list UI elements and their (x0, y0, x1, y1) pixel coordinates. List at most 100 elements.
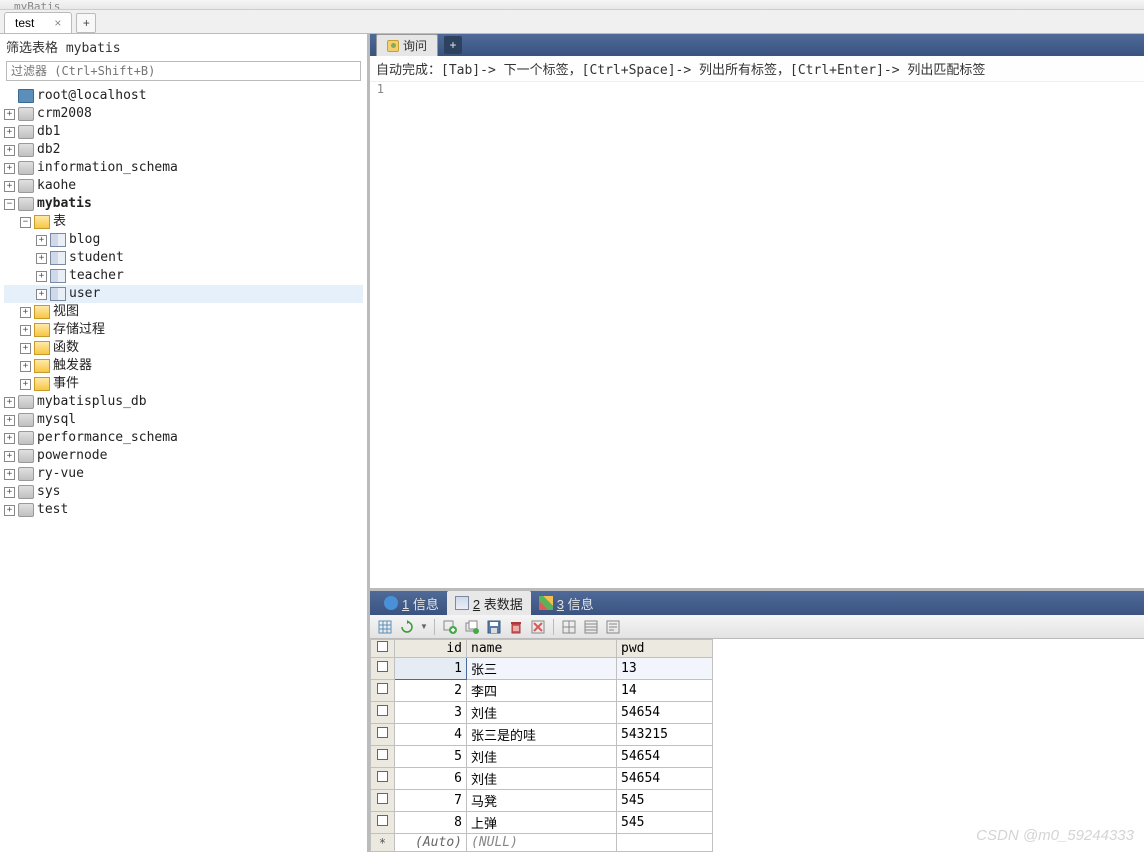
expander-icon[interactable]: + (4, 145, 15, 156)
expander-icon[interactable]: + (4, 397, 15, 408)
tree-row[interactable]: +mysql (4, 411, 363, 429)
add-row-icon[interactable] (441, 618, 459, 636)
table-row[interactable]: 1张三13 (371, 658, 713, 680)
table-row[interactable]: 5刘佳54654 (371, 746, 713, 768)
data-grid[interactable]: idnamepwd1张三132李四143刘佳546544张三是的哇5432155… (370, 639, 1144, 852)
expander-icon[interactable]: + (36, 271, 47, 282)
tree-row[interactable]: +ry-vue (4, 465, 363, 483)
folder-icon (34, 341, 50, 355)
expander-icon[interactable]: + (4, 109, 15, 120)
table-row[interactable]: 7马凳545 (371, 790, 713, 812)
expander-icon[interactable]: + (4, 469, 15, 480)
refresh-icon[interactable] (398, 618, 416, 636)
result-tab-table-data[interactable]: 2 表数据 (447, 591, 531, 616)
folder-icon (34, 359, 50, 373)
tree-row[interactable]: −表 (4, 213, 363, 231)
cancel-icon[interactable] (529, 618, 547, 636)
tree-row[interactable]: − mybatis (4, 195, 363, 213)
view-grid-icon[interactable] (560, 618, 578, 636)
table-row[interactable]: 2李四14 (371, 680, 713, 702)
tree-row[interactable]: +student (4, 249, 363, 267)
tree-row[interactable]: +test (4, 501, 363, 519)
info-icon (384, 596, 398, 610)
duplicate-row-icon[interactable] (463, 618, 481, 636)
tree-row[interactable]: + user (4, 285, 363, 303)
tree-row[interactable]: +blog (4, 231, 363, 249)
tree-row[interactable]: +performance_schema (4, 429, 363, 447)
expander-icon[interactable]: + (4, 505, 15, 516)
document-tab[interactable]: test × (4, 12, 72, 33)
expander-icon[interactable]: + (4, 127, 15, 138)
db-icon (18, 395, 34, 409)
object-browser: 筛选表格 mybatis root@localhost+crm2008+db1+… (0, 34, 370, 852)
result-tab-info[interactable]: 1 信息 (376, 591, 447, 616)
tree-label: 视图 (53, 303, 79, 321)
expander-icon[interactable]: + (36, 235, 47, 246)
tree-row[interactable]: + 视图 (4, 303, 363, 321)
tree-row[interactable]: +kaohe (4, 177, 363, 195)
result-tab-info-2[interactable]: 3 信息 (531, 591, 602, 616)
expander-icon[interactable]: + (4, 181, 15, 192)
tree-label: mybatisplus_db (37, 393, 147, 411)
db-icon (18, 143, 34, 157)
view-text-icon[interactable] (604, 618, 622, 636)
table-row[interactable]: 3刘佳54654 (371, 702, 713, 724)
col-marker[interactable] (371, 640, 395, 658)
tree-row[interactable]: + 存储过程 (4, 321, 363, 339)
add-tab-button[interactable]: + (76, 13, 96, 33)
view-form-icon[interactable] (582, 618, 600, 636)
tree-row[interactable]: + 触发器 (4, 357, 363, 375)
expander-icon[interactable]: + (20, 379, 31, 390)
db-icon (18, 467, 34, 481)
table-row[interactable]: 4张三是的哇543215 (371, 724, 713, 746)
table-row[interactable]: 6刘佳54654 (371, 768, 713, 790)
expander-icon[interactable]: + (4, 451, 15, 462)
expander-icon[interactable]: + (20, 343, 31, 354)
query-tab[interactable]: 询问 (376, 34, 438, 56)
sql-editor[interactable]: 1 (370, 82, 1144, 591)
expander-icon[interactable]: + (4, 433, 15, 444)
filter-input[interactable] (6, 61, 361, 81)
expander-icon[interactable]: − (20, 217, 31, 228)
delete-row-icon[interactable] (507, 618, 525, 636)
expander-icon[interactable]: − (4, 199, 15, 210)
schema-tree[interactable]: root@localhost+crm2008+db1+db2+informati… (0, 85, 367, 852)
tree-row[interactable]: +db1 (4, 123, 363, 141)
tree-row[interactable]: + db2 (4, 141, 363, 159)
tree-row[interactable]: + sys (4, 483, 363, 501)
expander-icon[interactable]: + (20, 307, 31, 318)
save-icon[interactable] (485, 618, 503, 636)
expander-icon[interactable]: + (20, 361, 31, 372)
col-pwd-header[interactable]: pwd (617, 640, 713, 658)
expander-icon[interactable]: + (4, 163, 15, 174)
tree-label: 存储过程 (53, 321, 105, 339)
expander-icon[interactable]: + (4, 487, 15, 498)
grid-icon[interactable] (376, 618, 394, 636)
add-query-tab-button[interactable]: + (444, 36, 462, 54)
tree-label: db2 (37, 141, 60, 159)
close-icon[interactable]: × (54, 16, 61, 30)
tree-label: user (69, 285, 100, 303)
col-id-header[interactable]: id (395, 640, 467, 658)
tree-row[interactable]: +information_schema (4, 159, 363, 177)
tree-label: sys (37, 483, 60, 501)
table-row[interactable]: 8上弹545 (371, 812, 713, 834)
tree-row[interactable]: +teacher (4, 267, 363, 285)
table-new-row[interactable]: *(Auto)(NULL) (371, 834, 713, 852)
db-icon (18, 431, 34, 445)
tree-row[interactable]: +crm2008 (4, 105, 363, 123)
expander-icon[interactable]: + (4, 415, 15, 426)
tree-row[interactable]: +事件 (4, 375, 363, 393)
tree-row[interactable]: +函数 (4, 339, 363, 357)
tree-row[interactable]: + mybatisplus_db (4, 393, 363, 411)
tree-label: mybatis (37, 195, 92, 213)
col-name-header[interactable]: name (467, 640, 617, 658)
tree-row[interactable]: +powernode (4, 447, 363, 465)
autocomplete-hint: 自动完成：[Tab]-> 下一个标签，[Ctrl+Space]-> 列出所有标签… (370, 56, 1144, 82)
tree-row[interactable]: root@localhost (4, 87, 363, 105)
expander-icon[interactable]: + (36, 289, 47, 300)
expander-icon[interactable]: + (36, 253, 47, 264)
expander-icon[interactable]: + (20, 325, 31, 336)
table-icon (50, 251, 66, 265)
tree-label: 触发器 (53, 357, 92, 375)
